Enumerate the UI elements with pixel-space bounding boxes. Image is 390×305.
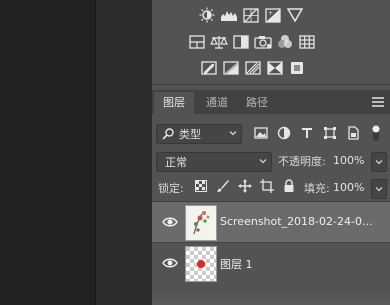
opacity-input[interactable]: 100% — [333, 152, 371, 170]
chevron-down-icon — [229, 131, 237, 136]
filter-toggle-icon[interactable] — [367, 124, 385, 142]
gradient-map-icon[interactable] — [266, 60, 284, 76]
fill-dropdown-button[interactable] — [371, 179, 387, 199]
tab-paths[interactable]: 路径 — [239, 92, 275, 114]
layer-name: 图层 1 — [220, 258, 253, 271]
blend-mode-select[interactable]: 正常 — [156, 152, 272, 172]
exposure-icon[interactable]: + — [264, 7, 282, 23]
selective-color-icon[interactable] — [288, 60, 306, 76]
fill-label: 填充: — [304, 182, 330, 195]
color-lookup-icon[interactable] — [298, 34, 316, 50]
filter-icons — [252, 124, 385, 142]
color-balance-icon[interactable] — [210, 34, 228, 50]
layer-row-2[interactable]: 图层 1 — [152, 243, 390, 283]
posterize-icon[interactable] — [222, 60, 240, 76]
levels-icon[interactable] — [220, 7, 238, 23]
curves-icon[interactable] — [242, 7, 260, 23]
panel-menu-icon[interactable] — [372, 97, 384, 107]
filter-type-icon[interactable] — [298, 124, 316, 142]
opacity-dropdown-button[interactable] — [371, 152, 387, 172]
lock-icons — [193, 178, 297, 194]
brightness-contrast-icon[interactable] — [198, 7, 216, 23]
lock-artboard-icon[interactable] — [259, 178, 275, 194]
tool-column-area — [96, 0, 152, 305]
lock-label: 锁定: — [158, 182, 184, 195]
filter-adjustment-icon[interactable] — [275, 124, 293, 142]
chevron-down-icon — [375, 160, 383, 165]
lock-image-pixels-icon[interactable] — [215, 178, 231, 194]
channel-mixer-icon[interactable] — [276, 34, 294, 50]
blend-mode-value: 正常 — [165, 156, 187, 169]
lock-position-icon[interactable] — [237, 178, 253, 194]
search-icon — [162, 128, 174, 140]
eye-icon[interactable] — [162, 256, 178, 270]
opacity-label: 不透明度: — [278, 155, 326, 168]
chevron-down-icon — [375, 187, 383, 192]
layer-thumbnail — [185, 246, 217, 282]
adjustments-row-2 — [188, 34, 316, 50]
tab-channels[interactable]: 通道 — [199, 92, 235, 114]
adjustments-row-1: + — [198, 7, 304, 23]
adjustments-row-3 — [200, 60, 306, 76]
panel-bottom — [152, 290, 390, 305]
vibrance-icon[interactable] — [188, 34, 206, 50]
photo-filter-icon[interactable] — [232, 34, 250, 50]
threshold-icon[interactable] — [244, 60, 262, 76]
camera-icon[interactable] — [254, 34, 272, 50]
svg-text:+: + — [268, 10, 273, 17]
chevron-down-icon — [259, 159, 267, 164]
section-separator — [152, 84, 390, 85]
filter-label: 类型 — [179, 128, 201, 141]
filter-shape-icon[interactable] — [321, 124, 339, 142]
fill-input[interactable]: 100% — [333, 179, 371, 197]
invert-icon[interactable] — [200, 60, 218, 76]
tab-layers[interactable]: 图层 — [154, 92, 194, 114]
canvas-dark-area — [0, 0, 95, 305]
layer-filter-select[interactable]: 类型 — [156, 124, 242, 144]
lock-transparent-pixels-icon[interactable] — [193, 178, 209, 194]
gradient-triangle-icon[interactable] — [286, 7, 304, 23]
lock-all-icon[interactable] — [281, 178, 297, 194]
filter-smart-object-icon[interactable] — [344, 124, 362, 142]
filter-pixel-icon[interactable] — [252, 124, 270, 142]
